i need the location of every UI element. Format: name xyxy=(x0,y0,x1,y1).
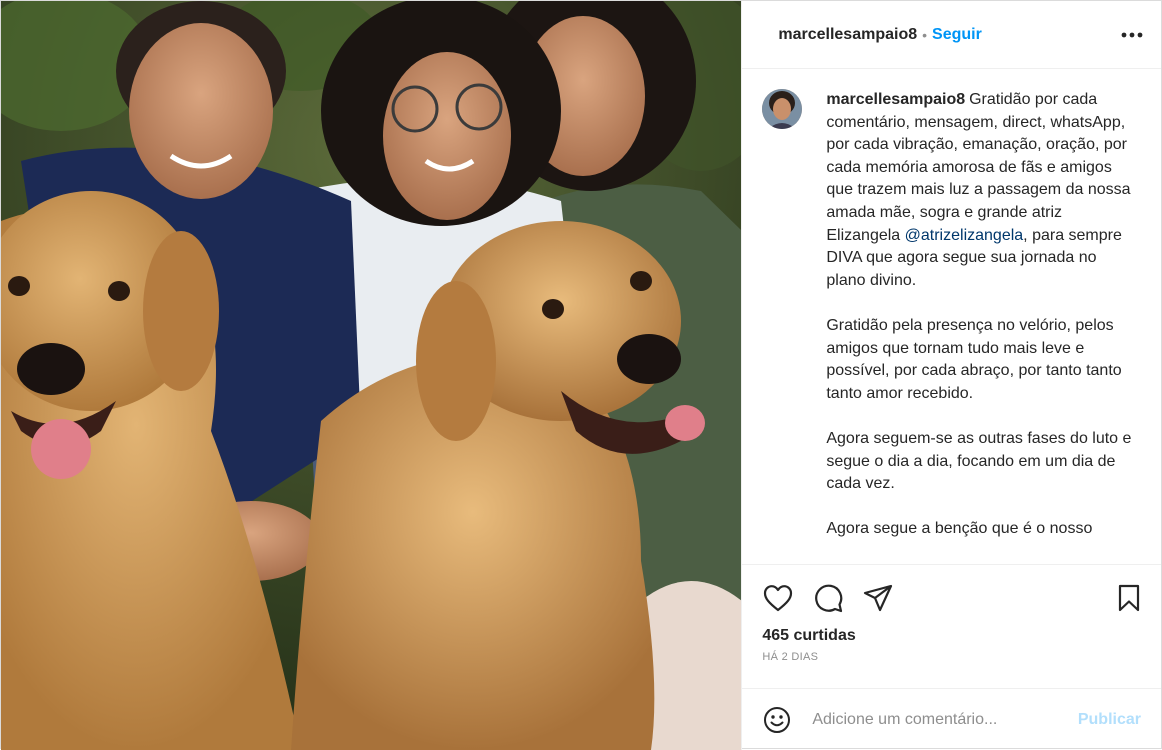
header-separator: • xyxy=(922,26,928,43)
caption-paragraph-3: Agora seguem-se as outras fases do luto … xyxy=(826,429,1132,493)
mention-link[interactable]: @atrizelizangela xyxy=(905,227,1024,244)
caption-paragraph-4: Agora segue a benção que é o nosso xyxy=(826,520,1093,538)
instagram-post: marcellesampaio8 • Seguir marcellesampai… xyxy=(0,0,1162,750)
bookmark-icon[interactable] xyxy=(1113,582,1145,614)
likes-count[interactable]: 465 curtidas xyxy=(762,627,1145,645)
comment-icon[interactable] xyxy=(812,582,844,614)
send-icon[interactable] xyxy=(862,582,894,614)
avatar[interactable] xyxy=(762,89,803,129)
more-options-icon[interactable] xyxy=(1119,22,1145,48)
action-icons xyxy=(762,581,1145,615)
comment-form: Publicar xyxy=(742,688,1161,750)
post-actions: 465 curtidas HÁ 2 DIAS xyxy=(742,564,1161,688)
publish-button[interactable]: Publicar xyxy=(1078,711,1141,729)
post-caption: marcellesampaio8 Gratidão por cada coment… xyxy=(826,89,1136,564)
emoji-icon[interactable] xyxy=(762,705,792,735)
post-header: marcellesampaio8 • Seguir xyxy=(742,1,1161,69)
follow-button[interactable]: Seguir xyxy=(932,26,982,44)
post-timestamp[interactable]: HÁ 2 DIAS xyxy=(762,651,1145,663)
comment-input[interactable] xyxy=(812,710,1078,729)
post-side-panel: marcellesampaio8 • Seguir marcellesampai… xyxy=(741,1,1161,750)
caption-paragraph-1: marcellesampaio8 Gratidão por cada coment… xyxy=(826,89,1136,292)
post-photo[interactable] xyxy=(1,1,742,750)
header-username[interactable]: marcellesampaio8 xyxy=(778,26,917,44)
caption-text-1a: Gratidão por cada comentário, mensagem, … xyxy=(826,91,1131,244)
heart-icon[interactable] xyxy=(762,582,794,614)
caption-paragraph-2: Gratidão pela presença no velório, pelos… xyxy=(826,316,1122,402)
caption-area: marcellesampaio8 Gratidão por cada coment… xyxy=(742,69,1161,564)
photo-three-women-two-golden-retrievers xyxy=(1,1,742,750)
caption-username[interactable]: marcellesampaio8 xyxy=(826,91,965,108)
